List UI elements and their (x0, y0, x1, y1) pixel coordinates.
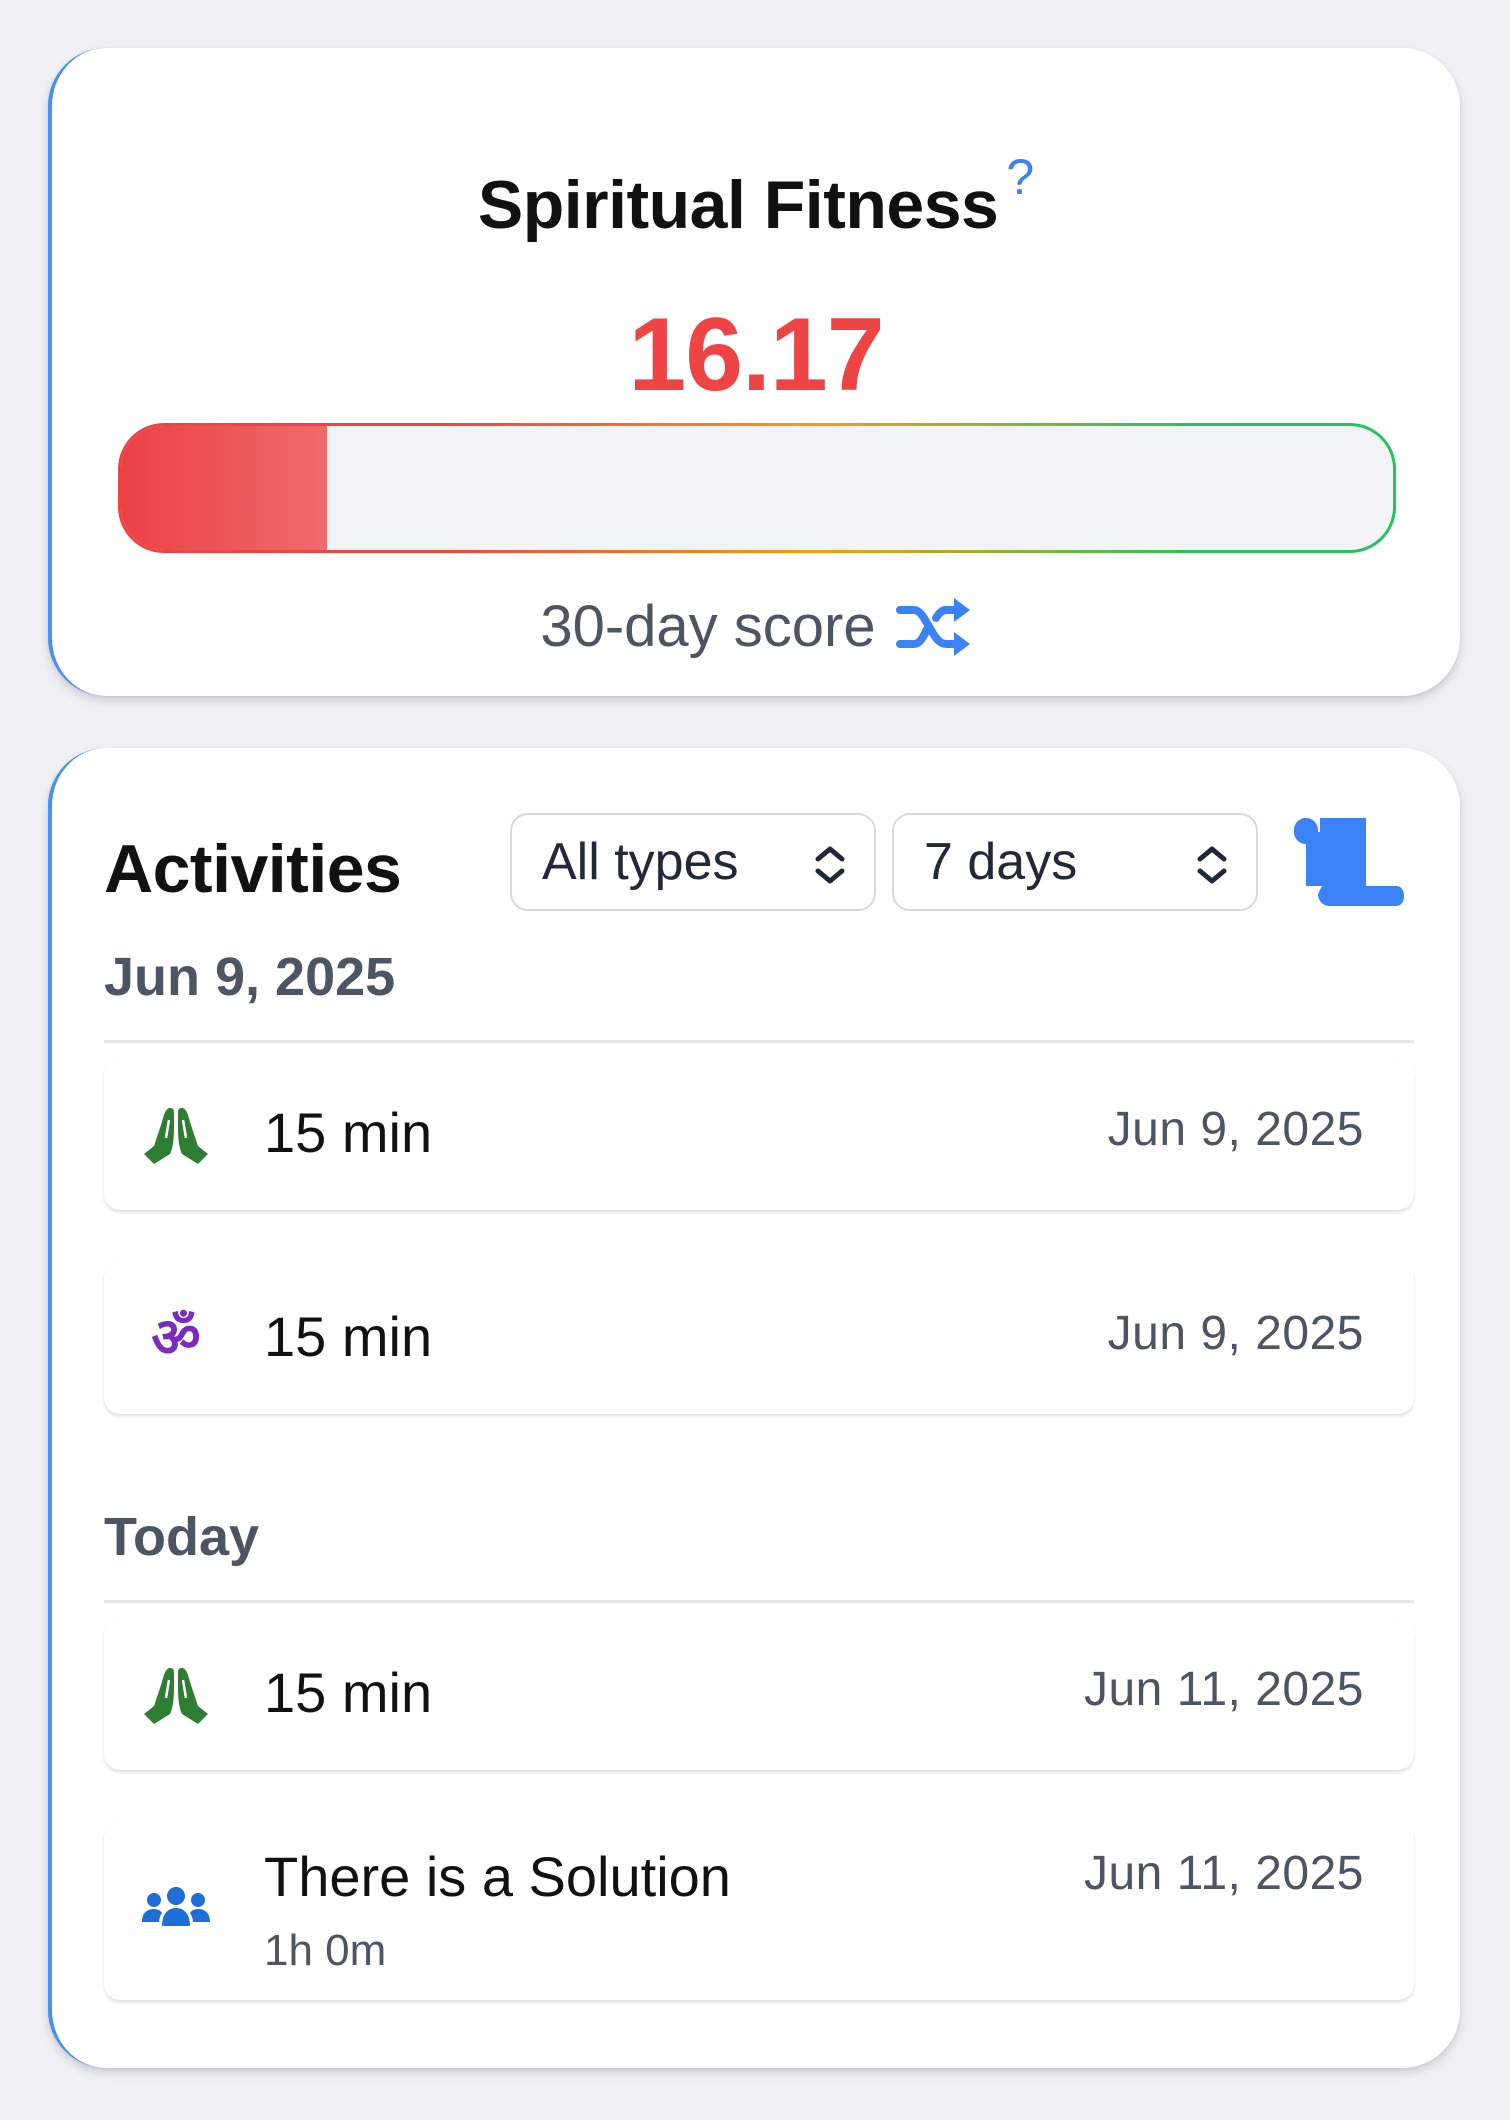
group-header: Jun 9, 2025 (104, 947, 396, 1007)
activities-title: Activities (104, 831, 402, 907)
activity-item-title: There is a Solution (264, 1845, 731, 1908)
scroll-icon[interactable] (1292, 816, 1406, 908)
chevron-up-down-icon (1197, 846, 1227, 884)
activity-type-select[interactable]: All types (510, 813, 876, 911)
activity-item[interactable]: 15 min Jun 11, 2025 (104, 1618, 1414, 1770)
activity-item-date: Jun 11, 2025 (1083, 1847, 1364, 1900)
om-icon: ॐ (151, 1306, 201, 1369)
activity-item[interactable]: 15 min Jun 9, 2025 (104, 1058, 1414, 1210)
group-divider (104, 1600, 1414, 1603)
activity-item-duration: 1h 0m (264, 1926, 387, 1975)
fitness-title-row: Spiritual Fitness? (52, 149, 1460, 244)
praying-hands-icon (144, 1108, 208, 1164)
activity-item-title: 15 min (264, 1661, 433, 1724)
activity-item[interactable]: There is a Solution 1h 0m Jun 11, 2025 (104, 1822, 1414, 2000)
group-divider (104, 1040, 1414, 1043)
date-range-select-value: 7 days (924, 833, 1078, 891)
shuffle-icon[interactable] (895, 596, 972, 658)
fitness-title: Spiritual Fitness (477, 167, 999, 243)
score-progress-fill (121, 426, 327, 550)
spiritual-fitness-card: Spiritual Fitness? 16.17 30-day score (48, 48, 1460, 696)
group-header: Today (104, 1507, 260, 1567)
activity-type-select-value: All types (542, 833, 739, 891)
help-icon[interactable]: ? (1006, 149, 1034, 205)
score-progress-bar (118, 423, 1396, 553)
score-progress-track (121, 426, 1393, 550)
praying-hands-icon (144, 1668, 208, 1724)
score-label-row: 30-day score (52, 593, 1460, 660)
date-range-select[interactable]: 7 days (892, 813, 1258, 911)
activity-item-title: 15 min (264, 1101, 433, 1164)
score-period-label: 30-day score (540, 594, 876, 659)
activity-item-title: 15 min (264, 1305, 433, 1368)
users-icon (142, 1887, 210, 1926)
activity-item[interactable]: ॐ 15 min Jun 9, 2025 (104, 1262, 1414, 1414)
activities-card: Activities All types 7 days Jun 9, 2025 … (48, 748, 1460, 2068)
chevron-up-down-icon (815, 846, 845, 884)
activity-item-date: Jun 11, 2025 (1083, 1663, 1364, 1716)
activity-item-date: Jun 9, 2025 (1107, 1307, 1364, 1360)
activity-item-date: Jun 9, 2025 (1107, 1103, 1364, 1156)
score-value: 16.17 (628, 297, 884, 413)
